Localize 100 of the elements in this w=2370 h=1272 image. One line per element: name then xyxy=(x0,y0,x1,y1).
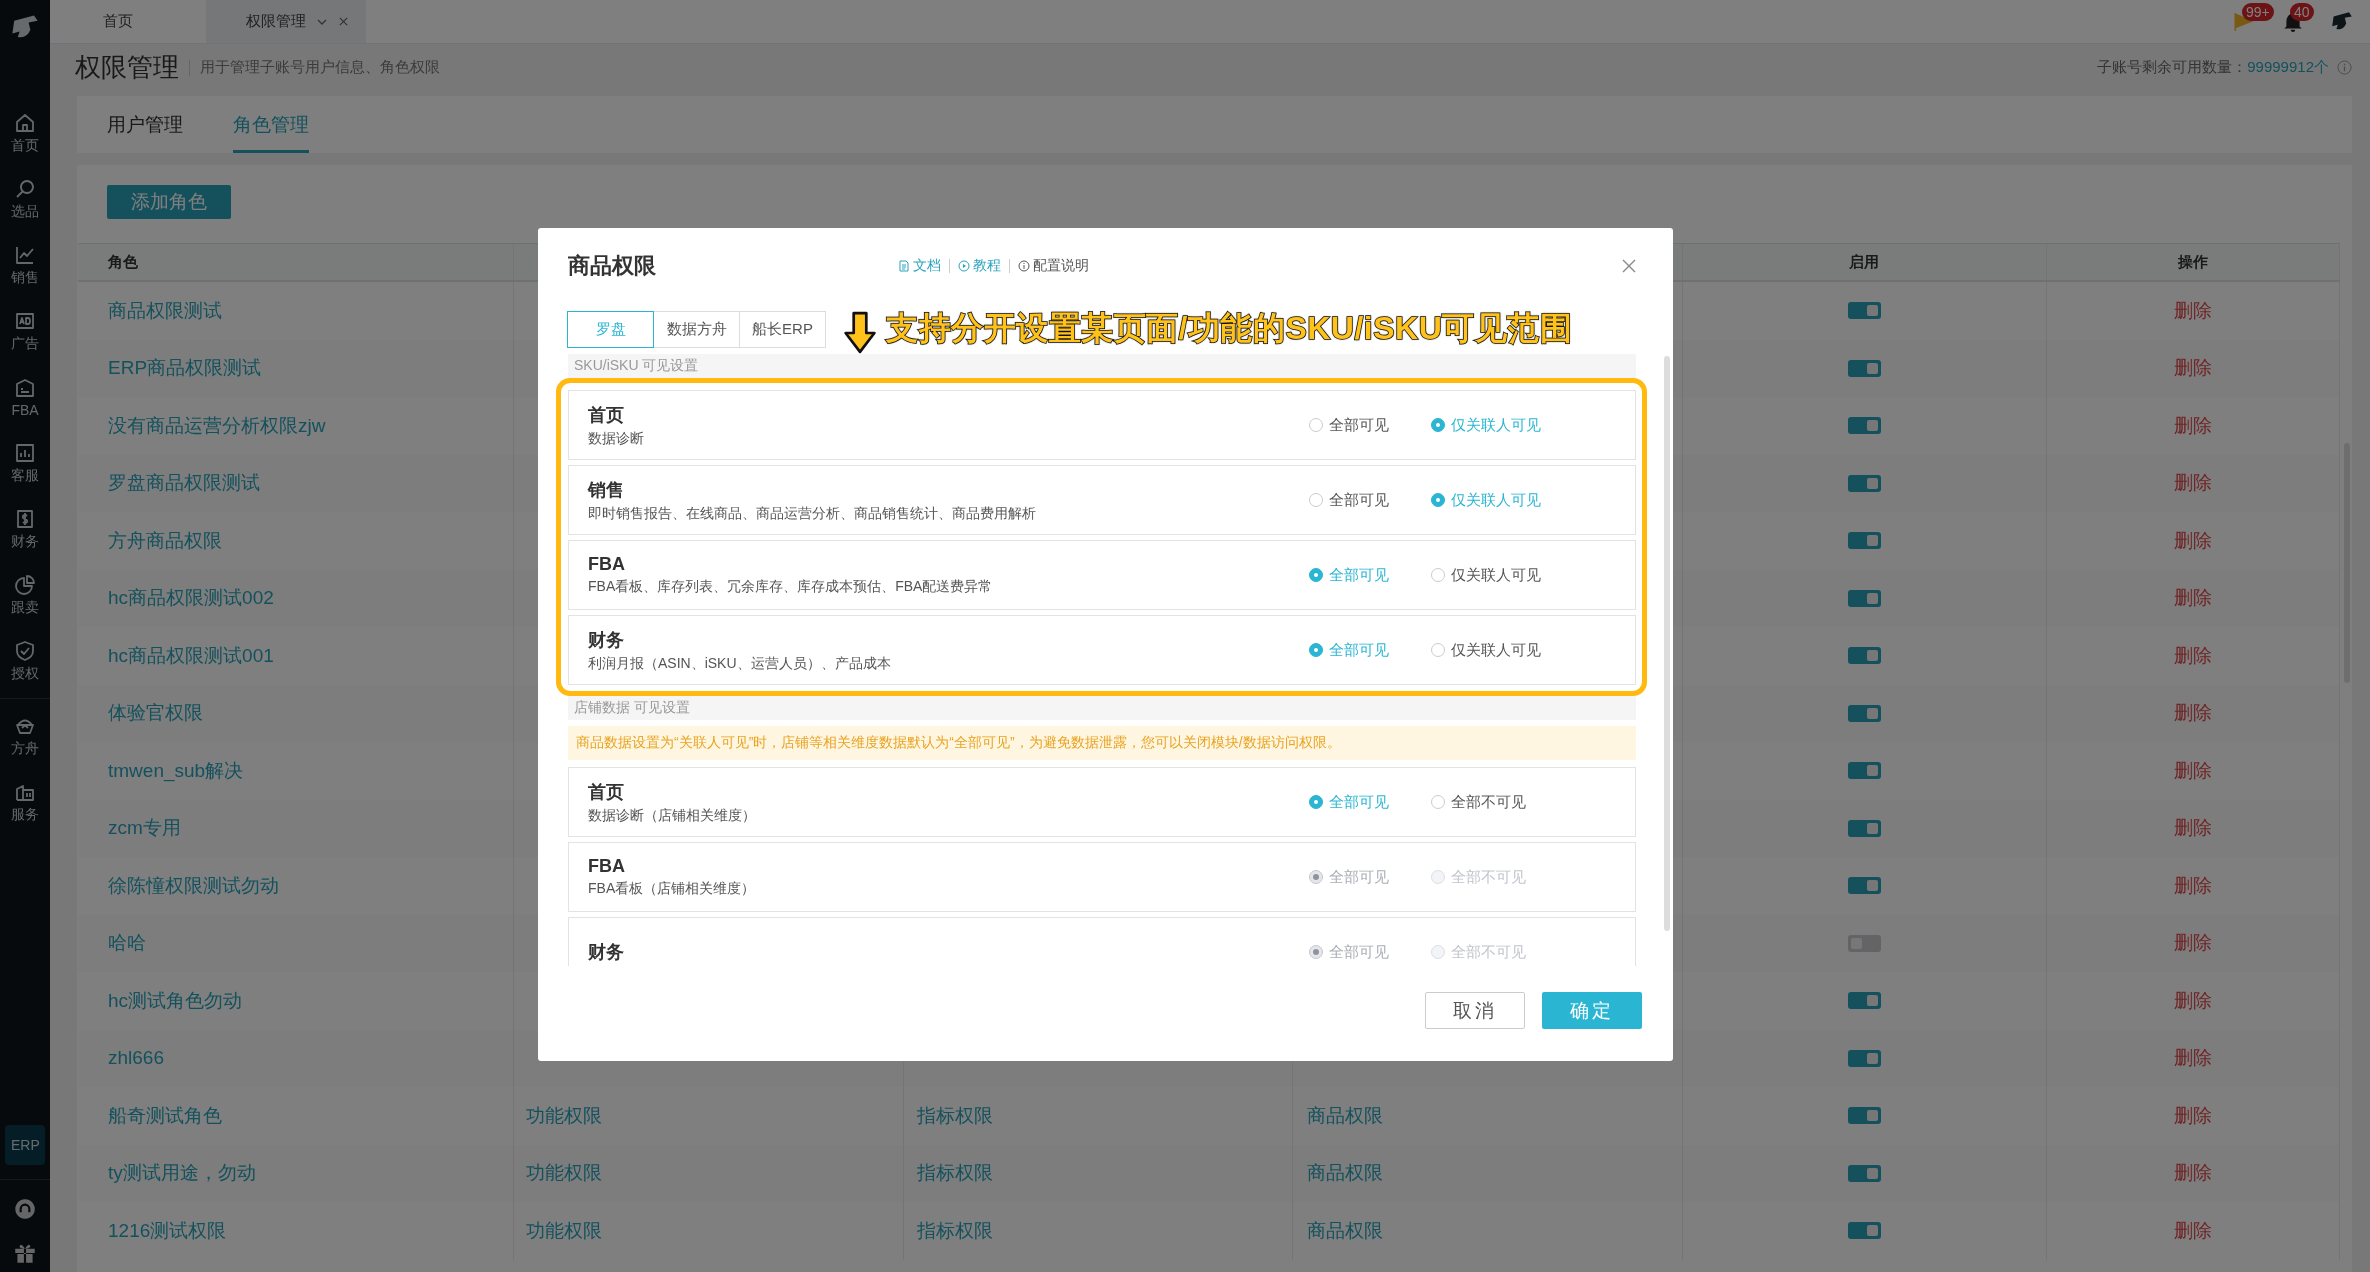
tab[interactable]: 数据方舟 xyxy=(653,310,740,348)
permission-link[interactable]: 功能权限 xyxy=(526,1102,603,1129)
radio-button[interactable] xyxy=(1309,568,1323,582)
radio-button[interactable] xyxy=(1431,643,1445,657)
tab[interactable]: 船长ERP xyxy=(739,310,826,348)
sidebar-item[interactable]: 授权 xyxy=(0,628,50,694)
role-link[interactable]: 没有商品运营分析权限zjw xyxy=(108,412,326,439)
role-link[interactable]: 1216测试权限 xyxy=(108,1217,227,1244)
toggle-switch[interactable] xyxy=(1847,819,1881,837)
radio-option[interactable]: 仅关联人可见 xyxy=(1431,490,1553,510)
toggle-switch[interactable] xyxy=(1847,1107,1881,1125)
delete-link[interactable]: 删除 xyxy=(2173,1102,2212,1129)
toggle-switch[interactable] xyxy=(1847,1049,1881,1067)
radio-button[interactable] xyxy=(1309,418,1323,432)
role-link[interactable]: zcm专用 xyxy=(108,815,181,842)
tab[interactable]: 角色管理 xyxy=(233,96,309,153)
cancel-button[interactable]: 取消 xyxy=(1425,992,1525,1029)
help-link[interactable]: 配置说明 xyxy=(1018,257,1089,275)
page-tab[interactable]: 首页 xyxy=(50,0,206,43)
tab[interactable]: 用户管理 xyxy=(107,96,183,153)
toggle-switch[interactable] xyxy=(1847,417,1881,435)
sidebar-item[interactable]: 选品 xyxy=(0,166,50,232)
radio-option[interactable]: 全部不可见 xyxy=(1431,792,1553,812)
role-link[interactable]: 哈哈 xyxy=(108,930,146,957)
delete-link[interactable]: 删除 xyxy=(2173,297,2212,324)
delete-link[interactable]: 删除 xyxy=(2173,700,2212,727)
info-icon[interactable] xyxy=(2337,60,2352,75)
role-link[interactable]: 船奇测试角色 xyxy=(108,1102,222,1129)
sidebar-item[interactable]: FBA xyxy=(0,364,50,430)
permission-link[interactable]: 功能权限 xyxy=(526,1217,603,1244)
close-icon[interactable] xyxy=(1622,259,1636,273)
close-icon[interactable] xyxy=(338,16,349,27)
radio-button[interactable] xyxy=(1431,418,1445,432)
radio-option[interactable]: 全部可见 xyxy=(1309,490,1431,510)
radio-button[interactable] xyxy=(1431,795,1445,809)
role-link[interactable]: hc测试角色勿动 xyxy=(108,987,243,1014)
permission-link[interactable]: 商品权限 xyxy=(1306,1217,1383,1244)
radio-button[interactable] xyxy=(1309,643,1323,657)
toggle-switch[interactable] xyxy=(1847,992,1881,1010)
delete-link[interactable]: 删除 xyxy=(2173,815,2212,842)
role-link[interactable]: ERP商品权限测试 xyxy=(108,355,262,382)
role-link[interactable]: hc商品权限测试001 xyxy=(108,642,274,669)
sidebar-item[interactable]: 广告 xyxy=(0,298,50,364)
role-link[interactable]: zhl666 xyxy=(108,1047,164,1070)
help-link[interactable]: 文档 xyxy=(898,257,941,275)
add-role-button[interactable]: 添加角色 xyxy=(107,185,231,219)
role-link[interactable]: 罗盘商品权限测试 xyxy=(108,470,260,497)
help-link[interactable]: 教程 xyxy=(958,257,1001,275)
permission-link[interactable]: 商品权限 xyxy=(1306,1102,1383,1129)
confirm-button[interactable]: 确定 xyxy=(1542,992,1642,1029)
delete-link[interactable]: 删除 xyxy=(2173,872,2212,899)
radio-button[interactable] xyxy=(1431,568,1445,582)
toggle-switch[interactable] xyxy=(1847,877,1881,895)
permission-link[interactable]: 指标权限 xyxy=(916,1160,993,1187)
sidebar-item[interactable]: 服务 xyxy=(0,769,50,835)
permission-link[interactable]: 商品权限 xyxy=(1306,1160,1383,1187)
delete-link[interactable]: 删除 xyxy=(2173,930,2212,957)
erp-button[interactable]: ERP xyxy=(5,1125,45,1165)
delete-link[interactable]: 删除 xyxy=(2173,470,2212,497)
radio-option[interactable]: 全部可见 xyxy=(1309,415,1431,435)
tab[interactable]: 罗盘 xyxy=(567,310,654,348)
toggle-switch[interactable] xyxy=(1847,934,1881,952)
toggle-switch[interactable] xyxy=(1847,589,1881,607)
sidebar-item[interactable]: 销售 xyxy=(0,232,50,298)
toggle-switch[interactable] xyxy=(1847,474,1881,492)
radio-option[interactable]: 仅关联人可见 xyxy=(1431,565,1553,585)
radio-option[interactable]: 仅关联人可见 xyxy=(1431,415,1553,435)
page-tab[interactable]: 权限管理 xyxy=(206,0,366,43)
toggle-switch[interactable] xyxy=(1847,762,1881,780)
delete-link[interactable]: 删除 xyxy=(2173,355,2212,382)
delete-link[interactable]: 删除 xyxy=(2173,1160,2212,1187)
radio-option[interactable]: 全部可见 xyxy=(1309,640,1431,660)
toggle-switch[interactable] xyxy=(1847,302,1881,320)
toggle-switch[interactable] xyxy=(1847,359,1881,377)
toggle-switch[interactable] xyxy=(1847,1164,1881,1182)
sidebar-item[interactable]: 跟卖 xyxy=(0,562,50,628)
radio-option[interactable]: 全部可见 xyxy=(1309,792,1431,812)
sidebar-item[interactable]: 客服 xyxy=(0,430,50,496)
role-link[interactable]: tmwen_sub解决 xyxy=(108,757,244,784)
sidebar-item[interactable]: 方舟 xyxy=(0,703,50,769)
permission-link[interactable]: 功能权限 xyxy=(526,1160,603,1187)
role-link[interactable]: 方舟商品权限 xyxy=(108,527,222,554)
radio-button[interactable] xyxy=(1309,493,1323,507)
role-link[interactable]: ty测试用途，勿动 xyxy=(108,1160,256,1187)
delete-link[interactable]: 删除 xyxy=(2173,412,2212,439)
sidebar-item[interactable]: 财务 xyxy=(0,496,50,562)
delete-link[interactable]: 删除 xyxy=(2173,527,2212,554)
radio-button[interactable] xyxy=(1309,795,1323,809)
toggle-switch[interactable] xyxy=(1847,1222,1881,1240)
permission-link[interactable]: 指标权限 xyxy=(916,1102,993,1129)
delete-link[interactable]: 删除 xyxy=(2173,1045,2212,1072)
radio-option[interactable]: 全部可见 xyxy=(1309,565,1431,585)
role-link[interactable]: 体验官权限 xyxy=(108,700,203,727)
role-link[interactable]: 商品权限测试 xyxy=(108,297,222,324)
radio-button[interactable] xyxy=(1431,493,1445,507)
delete-link[interactable]: 删除 xyxy=(2173,585,2212,612)
toggle-switch[interactable] xyxy=(1847,704,1881,722)
toggle-switch[interactable] xyxy=(1847,647,1881,665)
role-link[interactable]: 徐陈憧权限测试勿动 xyxy=(108,872,279,899)
role-link[interactable]: hc商品权限测试002 xyxy=(108,585,274,612)
